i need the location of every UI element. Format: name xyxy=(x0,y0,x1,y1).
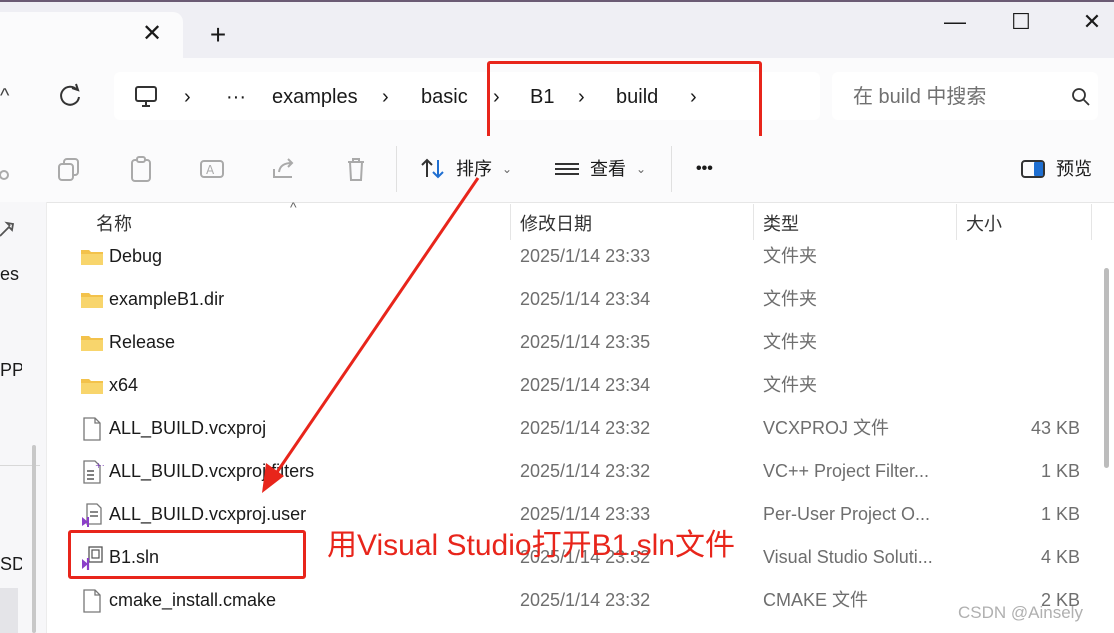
vertical-scrollbar[interactable] xyxy=(1104,268,1109,468)
highlight-box-file xyxy=(68,530,306,579)
annotation-text: 用Visual Studio打开B1.sln文件 xyxy=(327,529,735,562)
watermark: CSDN @Ainsely xyxy=(958,603,1083,622)
